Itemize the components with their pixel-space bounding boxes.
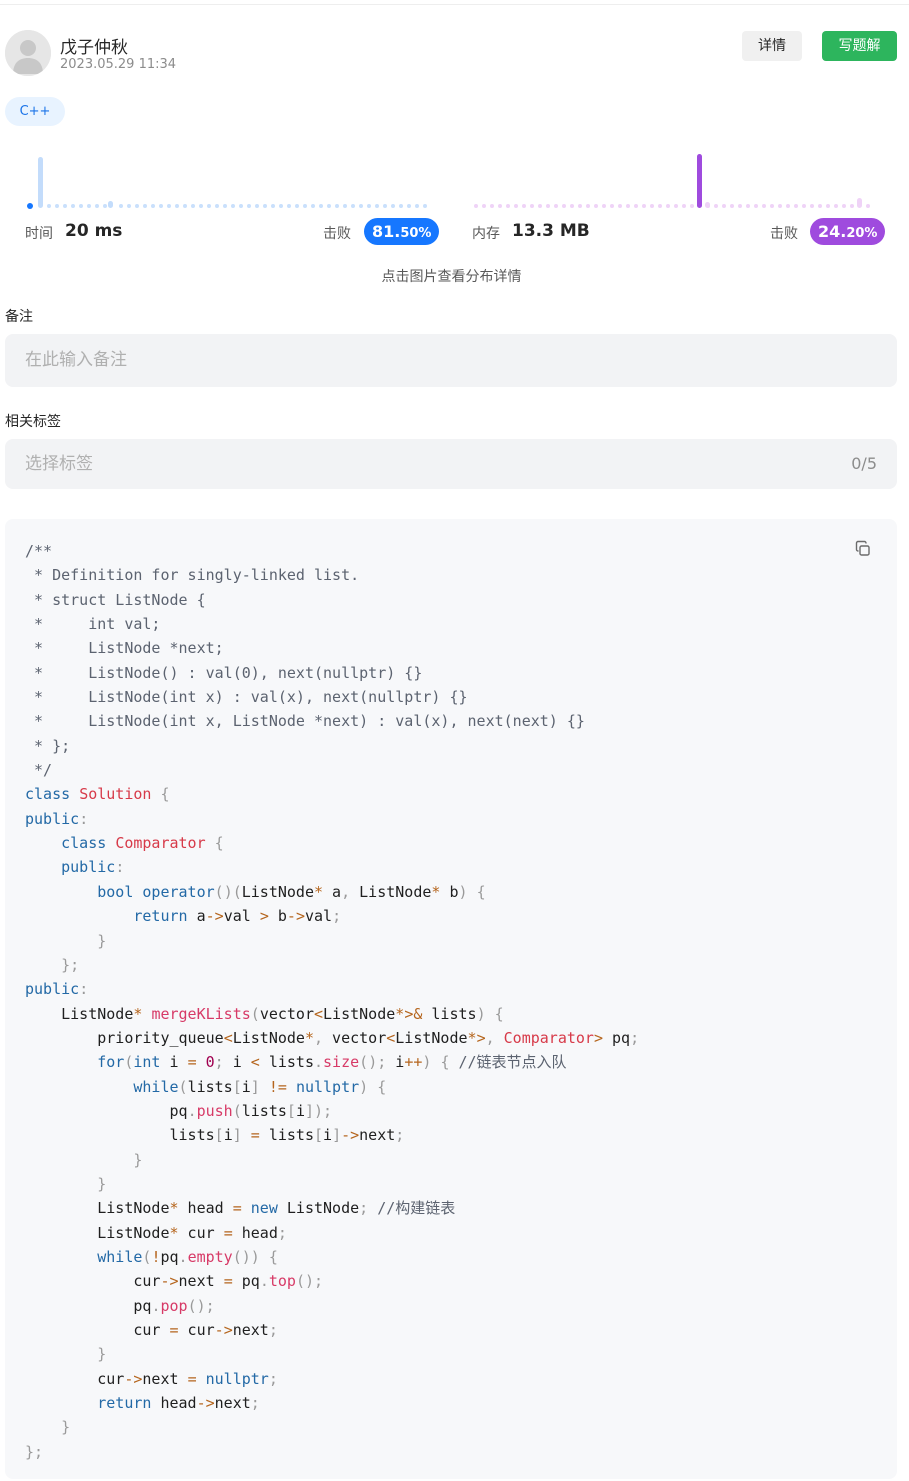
- code-line: ListNode* cur = head;: [25, 1223, 287, 1242]
- write-solution-button[interactable]: 写题解: [822, 31, 897, 61]
- code-line: cur->next = nullptr;: [25, 1369, 278, 1388]
- code-line: }: [97, 1174, 107, 1193]
- user-silhouette-icon: [5, 30, 51, 76]
- runtime-beat-percent-tail: 50%: [400, 226, 432, 241]
- code-line: public:: [25, 980, 89, 999]
- distribution-hint[interactable]: 点击图片查看分布详情: [0, 266, 903, 286]
- code-line: pq.pop();: [25, 1296, 215, 1315]
- code-line: * ListNode *next;: [25, 639, 224, 658]
- code-line: }: [97, 931, 107, 950]
- code-line: for(int i = 0; i < lists.size(); i++) { …: [97, 1053, 567, 1072]
- memory-distribution-chart[interactable]: [472, 150, 877, 212]
- memory-current-bar: [697, 154, 702, 208]
- tag-select-placeholder: 选择标签: [25, 454, 93, 474]
- code-view: /** * Definition for singly-linked list.…: [25, 539, 639, 1464]
- code-line: }: [61, 1418, 71, 1437]
- runtime-beat-badge: 81.50%: [364, 218, 440, 245]
- submission-datetime: 2023.05.29 11:34: [60, 57, 177, 72]
- code-line: bool operator()(ListNode* a, ListNode* b…: [97, 882, 486, 901]
- note-label: 备注: [5, 309, 33, 325]
- code-line: * ListNode() : val(0), next(nullptr) {}: [25, 663, 423, 682]
- code-line: /**: [25, 542, 53, 560]
- runtime-bar-small: [108, 201, 113, 208]
- code-line: };: [25, 1442, 44, 1461]
- code-line: }: [97, 1345, 107, 1364]
- runtime-distribution-dots: [47, 204, 427, 208]
- memory-beat-percent-main: 24.: [818, 222, 847, 241]
- code-line: }: [133, 1150, 143, 1169]
- detail-button[interactable]: 详情: [742, 31, 802, 61]
- tag-select[interactable]: 选择标签 0/5: [5, 439, 897, 489]
- code-line: public:: [61, 858, 125, 877]
- code-line: while(!pq.empty()) {: [97, 1247, 278, 1266]
- tag-count: 0/5: [851, 454, 877, 473]
- code-line: * Definition for singly-linked list.: [25, 566, 360, 585]
- code-line: * int val;: [25, 615, 161, 634]
- code-line: * ListNode(int x) : val(x), next(nullptr…: [25, 688, 468, 707]
- code-line: priority_queue<ListNode*, vector<ListNod…: [25, 1028, 640, 1047]
- runtime-distribution-chart[interactable]: [25, 150, 430, 212]
- code-line: */: [25, 761, 53, 780]
- runtime-beat-percent-main: 81.: [372, 222, 401, 241]
- code-line: ListNode* mergeKLists(vector<ListNode*>&…: [25, 1004, 504, 1023]
- runtime-label: 时间: [25, 226, 53, 242]
- code-line: class Solution {: [25, 785, 170, 804]
- language-tag: C++: [5, 97, 65, 126]
- code-line: * struct ListNode {: [25, 590, 206, 609]
- memory-bar-small: [857, 198, 862, 208]
- memory-label: 内存: [472, 226, 500, 242]
- copy-icon[interactable]: [853, 539, 873, 559]
- code-line: return a->val > b->val;: [133, 907, 342, 926]
- code-line: cur->next = pq.top();: [25, 1272, 324, 1291]
- runtime-current-marker: [27, 203, 33, 209]
- code-line: while(lists[i] != nullptr) {: [133, 1077, 387, 1096]
- code-line: return head->next;: [97, 1394, 260, 1413]
- code-line: ListNode* head = new ListNode; //构建链表: [25, 1199, 456, 1218]
- note-input[interactable]: 在此输入备注: [5, 334, 897, 387]
- code-line: lists[i] = lists[i]->next;: [25, 1126, 405, 1145]
- tags-label: 相关标签: [5, 414, 61, 430]
- top-divider: [0, 4, 909, 5]
- code-line: class Comparator {: [61, 834, 224, 853]
- runtime-bar-peak: [38, 157, 43, 208]
- code-line: cur = cur->next;: [25, 1321, 278, 1339]
- memory-bar-tiny: [705, 202, 710, 208]
- memory-beat-percent-tail: 20%: [846, 226, 878, 241]
- code-line: pq.push(lists[i]);: [25, 1101, 333, 1120]
- avatar[interactable]: [5, 30, 51, 76]
- author-name[interactable]: 戊子仲秋: [60, 33, 128, 58]
- memory-beat-label: 击败: [770, 226, 798, 242]
- code-line: public:: [25, 809, 89, 828]
- memory-beat-badge: 24.20%: [810, 218, 886, 245]
- code-line: * };: [25, 736, 71, 755]
- code-line: * ListNode(int x, ListNode *next) : val(…: [25, 712, 585, 731]
- code-line: };: [61, 955, 80, 974]
- memory-value: 13.3 MB: [512, 221, 590, 241]
- runtime-value: 20 ms: [65, 221, 123, 241]
- memory-distribution-dots: [474, 204, 870, 208]
- runtime-beat-label: 击败: [323, 226, 351, 242]
